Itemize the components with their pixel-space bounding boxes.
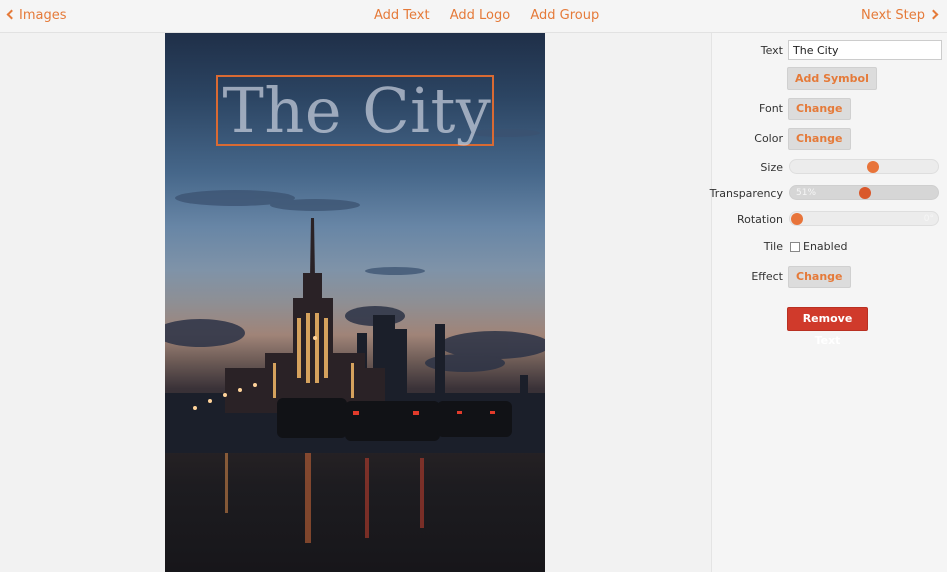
color-label: Color bbox=[754, 132, 783, 145]
add-logo-link[interactable]: Add Logo bbox=[450, 8, 510, 23]
rotation-value: 0° bbox=[923, 214, 934, 224]
size-slider-thumb[interactable] bbox=[867, 161, 880, 173]
text-input[interactable] bbox=[788, 40, 942, 60]
font-label: Font bbox=[759, 102, 783, 115]
transparency-slider[interactable]: 51% bbox=[789, 185, 939, 200]
chevron-right-icon bbox=[928, 9, 939, 19]
chevron-left-icon bbox=[6, 9, 17, 19]
color-change-button[interactable]: Change bbox=[788, 128, 851, 150]
rotation-label: Rotation bbox=[736, 213, 783, 226]
tile-enabled-label[interactable]: Enabled bbox=[803, 240, 847, 254]
size-label: Size bbox=[760, 161, 783, 174]
watermark-selection-box[interactable]: The City bbox=[216, 75, 494, 146]
watermark-text[interactable]: The City bbox=[218, 77, 496, 145]
add-text-link[interactable]: Add Text bbox=[374, 8, 430, 23]
next-step-link[interactable]: Next Step bbox=[860, 8, 939, 24]
back-to-images-link[interactable]: Images bbox=[6, 8, 67, 24]
tile-enabled-checkbox[interactable] bbox=[790, 242, 800, 252]
text-label: Text bbox=[760, 44, 783, 57]
effect-label: Effect bbox=[751, 270, 783, 283]
transparency-slider-thumb[interactable] bbox=[859, 187, 872, 199]
transparency-value: 51% bbox=[796, 188, 817, 198]
add-symbol-button[interactable]: Add Symbol bbox=[787, 67, 877, 90]
tile-label: Tile bbox=[763, 240, 783, 253]
rotation-slider-thumb[interactable] bbox=[791, 213, 803, 225]
back-link-label: Images bbox=[19, 8, 67, 23]
properties-panel: Text Add Symbol Font Change Color Change… bbox=[709, 33, 947, 572]
size-slider[interactable] bbox=[789, 159, 939, 174]
remove-text-button[interactable]: Remove Text bbox=[787, 307, 868, 347]
add-group-link[interactable]: Add Group bbox=[530, 8, 599, 23]
rotation-slider[interactable]: 0° bbox=[789, 211, 939, 226]
add-actions: Add Text Add Logo Add Group bbox=[374, 8, 615, 24]
top-toolbar: Images Add Text Add Logo Add Group Next … bbox=[0, 0, 947, 33]
next-step-label: Next Step bbox=[860, 8, 925, 23]
effect-change-button[interactable]: Change bbox=[788, 266, 851, 288]
transparency-label: Transparency bbox=[709, 187, 783, 200]
font-change-button[interactable]: Change bbox=[788, 98, 851, 120]
